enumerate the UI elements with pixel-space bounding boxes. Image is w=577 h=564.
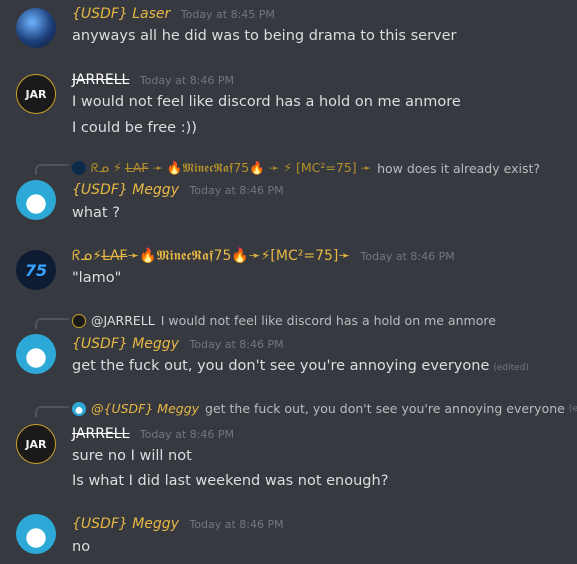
author-name[interactable]: ᖇᓄ⚡L̶A̶F̶➛🔥𝕸𝖎𝖓𝖊𝖈𝕽𝖆𝖋75🔥➛⚡[MC²=75]➛ Today …: [72, 248, 455, 264]
reply-author[interactable]: @{USDF} Meggy: [91, 401, 199, 416]
avatar-meggy[interactable]: [16, 180, 56, 220]
timestamp: Today at 8:46 PM: [139, 428, 235, 441]
message-text: sure no I will not: [72, 448, 192, 464]
message-group: {USDF} Meggy Today at 8:46 PM get the fu…: [0, 332, 577, 388]
reply-spine: [35, 318, 69, 329]
timestamp: Today at 8:46 PM: [189, 338, 284, 351]
avatar-laser[interactable]: [16, 8, 56, 48]
avatar-jarrell-label: JAR: [25, 87, 47, 101]
reply-avatar-icon: [72, 313, 86, 328]
reply-avatar-icon: [72, 401, 86, 416]
avatar-jarrell-label: JAR: [25, 437, 47, 451]
avatar-meggy[interactable]: [16, 514, 56, 554]
message-text: "lamo": [72, 270, 122, 286]
reply-text: I would not feel like discord has a hold…: [160, 313, 496, 328]
reply-preview[interactable]: @{USDF} Meggy get the fuck out, you don'…: [72, 401, 577, 416]
message-group: {USDF} Meggy Today at 8:46 PM no: [0, 508, 577, 564]
message-text: no: [72, 539, 91, 555]
timestamp: Today at 8:46 PM: [139, 74, 235, 87]
message-text: get the fuck out, you don't see you're a…: [72, 358, 529, 374]
author-name[interactable]: {USDF} Meggy Today at 8:46 PM: [72, 336, 284, 352]
message-text: I would not feel like discord has a hold…: [72, 94, 461, 110]
reply-preview[interactable]: ᖇᓄ ⚡ L̶A̶F̶ ➛ 🔥𝕸𝖎𝖓𝖊𝖈𝕽𝖆𝖋75🔥 ➛ ⚡ [MC²=75] …: [72, 160, 540, 176]
author-name[interactable]: JARRELL Today at 8:46 PM: [72, 72, 234, 88]
edited-label: (edited): [568, 403, 577, 414]
avatar-laf-label: 75: [24, 260, 48, 280]
avatar-jarrell[interactable]: JAR: [16, 424, 56, 464]
timestamp: Today at 8:46 PM: [189, 184, 284, 197]
reply-preview[interactable]: @JARRELL I would not feel like discord h…: [72, 313, 496, 328]
message-text: what ?: [72, 205, 120, 221]
edited-label: (edited): [493, 363, 529, 373]
avatar-jarrell[interactable]: JAR: [16, 74, 56, 114]
reply-spine: [35, 406, 69, 417]
author-name[interactable]: {USDF} Laser Today at 8:45 PM: [72, 6, 275, 22]
timestamp: Today at 8:46 PM: [189, 518, 284, 531]
reply-text: how does it already exist?: [377, 160, 540, 176]
avatar-laf[interactable]: 75: [16, 250, 56, 290]
timestamp: Today at 8:45 PM: [180, 8, 275, 21]
message-text: Is what I did last weekend was not enoug…: [72, 473, 389, 489]
reply-text: get the fuck out, you don't see you're a…: [205, 401, 565, 416]
message-text: anyways all he did was to being drama to…: [72, 28, 457, 44]
reply-author[interactable]: ᖇᓄ ⚡ L̶A̶F̶ ➛ 🔥𝕸𝖎𝖓𝖊𝖈𝕽𝖆𝖋75🔥 ➛ ⚡ [MC²=75] …: [91, 160, 371, 176]
author-name[interactable]: JARRELL Today at 8:46 PM: [72, 426, 234, 442]
message-group: {USDF} Laser Today at 8:45 PM anyways al…: [0, 0, 577, 60]
reply-avatar-icon: [72, 161, 86, 175]
message-group: {USDF} Meggy Today at 8:46 PM what ?: [0, 178, 577, 234]
message-group: JAR JARRELL Today at 8:46 PM sure no I w…: [0, 420, 577, 498]
message-text: I could be free :)): [72, 120, 197, 136]
author-name[interactable]: {USDF} Meggy Today at 8:46 PM: [72, 182, 284, 198]
reply-author[interactable]: @JARRELL: [91, 313, 155, 328]
timestamp: Today at 8:46 PM: [360, 250, 455, 263]
message-group: JAR JARRELL Today at 8:46 PM I would not…: [0, 66, 577, 144]
message-group: 75 ᖇᓄ⚡L̶A̶F̶➛🔥𝕸𝖎𝖓𝖊𝖈𝕽𝖆𝖋75🔥➛⚡[MC²=75]➛ Tod…: [0, 240, 577, 300]
avatar-meggy[interactable]: [16, 334, 56, 374]
author-name[interactable]: {USDF} Meggy Today at 8:46 PM: [72, 516, 284, 532]
reply-spine: [35, 164, 69, 175]
